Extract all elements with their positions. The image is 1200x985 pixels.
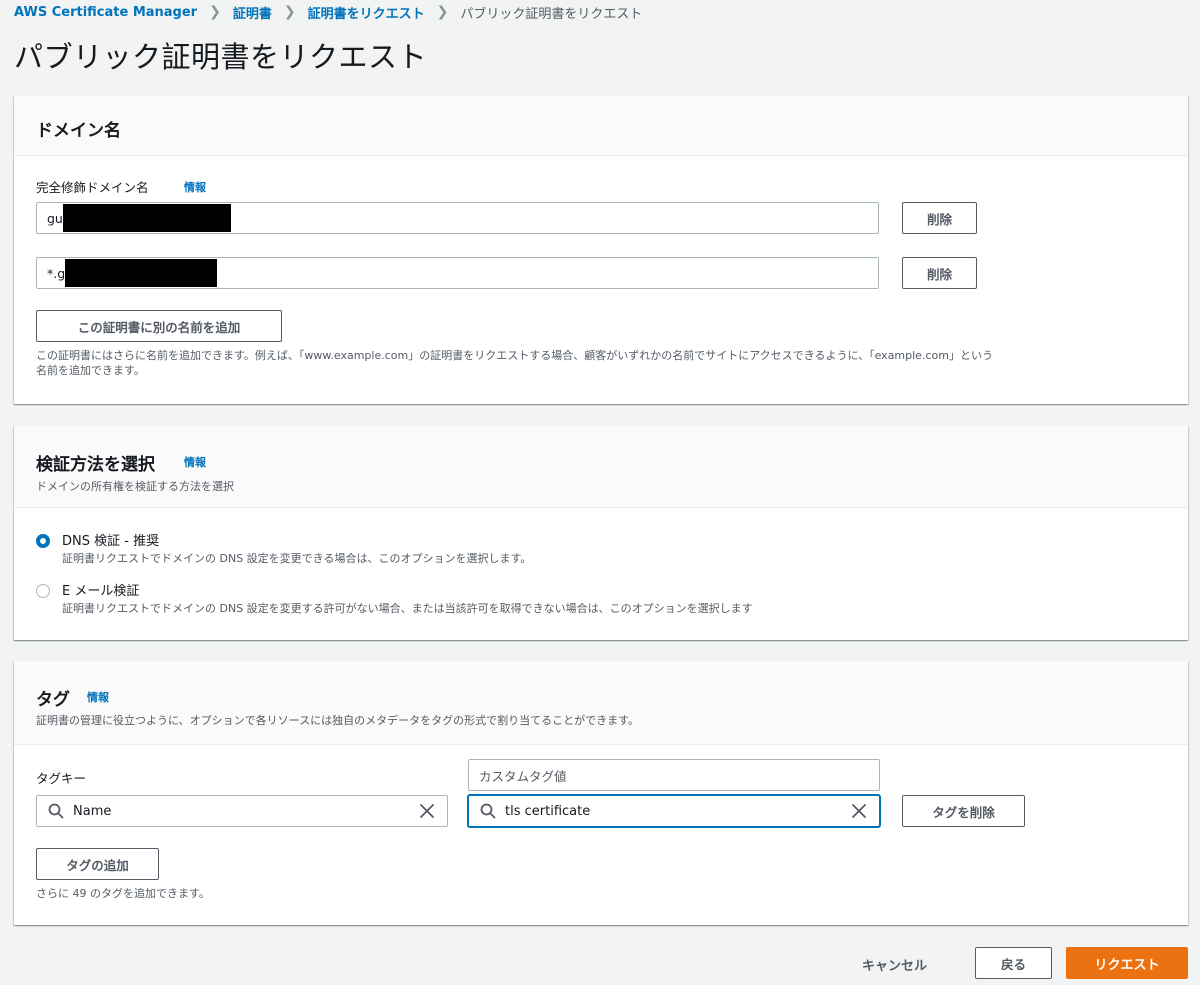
redaction-block <box>62 204 231 232</box>
chevron-right-icon: ❯ <box>436 4 449 20</box>
info-link[interactable]: 情報 <box>87 689 109 705</box>
domain-name-panel: ドメイン名 完全修飾ドメイン名 情報 gu 削除 *.g 削除 この証明書に別の… <box>14 96 1188 404</box>
page-title: パブリック証明書をリクエスト <box>14 40 428 74</box>
remove-domain-button[interactable]: 削除 <box>902 202 977 234</box>
chevron-right-icon: ❯ <box>283 4 296 20</box>
breadcrumb: AWS Certificate Manager ❯ 証明書 ❯ 証明書をリクエス… <box>14 2 642 22</box>
chevron-right-icon: ❯ <box>209 4 221 20</box>
dns-validation-description: 証明書リクエストでドメインの DNS 設定を変更できる場合は、このオプションを選… <box>62 552 532 565</box>
remove-domain-button[interactable]: 削除 <box>902 257 977 289</box>
panel-header: タグ 情報 証明書の管理に役立つように、オプションで各リソースには独自のメタデー… <box>14 661 1188 745</box>
search-icon <box>48 803 64 819</box>
panel-header: 検証方法を選択 情報 ドメインの所有権を検証する方法を選択 <box>14 426 1188 508</box>
add-name-hint: この証明書にはさらに名前を追加できます。例えば、「www.example.com… <box>36 348 1176 378</box>
breadcrumb-link-request[interactable]: 証明書をリクエスト <box>308 3 425 22</box>
validation-method-panel: 検証方法を選択 情報 ドメインの所有権を検証する方法を選択 DNS 検証 - 推… <box>14 426 1188 640</box>
panel-title: タグ <box>36 690 70 710</box>
email-validation-label[interactable]: E メール検証 <box>62 580 139 599</box>
remove-tag-button[interactable]: タグを削除 <box>902 795 1025 827</box>
breadcrumb-link-acm[interactable]: AWS Certificate Manager <box>14 5 197 20</box>
email-validation-description: 証明書リクエストでドメインの DNS 設定を変更する許可がない場合、または当該許… <box>62 602 753 615</box>
panel-description: ドメインの所有権を検証する方法を選択 <box>36 480 234 493</box>
tag-key-value: Name <box>73 803 112 819</box>
request-button[interactable]: リクエスト <box>1066 947 1188 979</box>
dns-validation-radio[interactable] <box>36 534 50 548</box>
email-validation-radio[interactable] <box>36 584 50 598</box>
breadcrumb-current: パブリック証明書をリクエスト <box>460 6 643 22</box>
tags-remaining-hint: さらに 49 のタグを追加できます。 <box>36 887 210 900</box>
domain-input-value: *.g <box>47 265 66 281</box>
tag-key-label: タグキー <box>36 771 87 786</box>
close-icon[interactable] <box>851 803 867 819</box>
tag-value-value: tls certificate <box>505 803 591 819</box>
info-link[interactable]: 情報 <box>184 179 206 195</box>
info-link[interactable]: 情報 <box>184 454 206 470</box>
close-icon[interactable] <box>419 803 435 819</box>
hint-line: この証明書にはさらに名前を追加できます。例えば、「www.example.com… <box>36 349 993 362</box>
breadcrumb-link-certificates[interactable]: 証明書 <box>233 3 272 22</box>
tag-key-input[interactable]: Name <box>36 795 448 827</box>
redaction-block <box>65 259 218 287</box>
hint-line: 名前を追加できます。 <box>36 364 145 377</box>
domain-input-value: gu <box>47 210 63 226</box>
dns-validation-label[interactable]: DNS 検証 - 推奨 <box>62 530 159 549</box>
search-icon <box>480 803 496 819</box>
add-tag-button[interactable]: タグの追加 <box>36 848 159 880</box>
panel-title: 検証方法を選択 <box>36 455 155 475</box>
panel-title: ドメイン名 <box>36 121 121 141</box>
domain-input-2[interactable]: *.g <box>36 257 879 289</box>
custom-tag-value-field[interactable]: カスタムタグ値 <box>468 759 880 791</box>
back-button[interactable]: 戻る <box>975 947 1052 979</box>
custom-tag-value-label: カスタムタグ値 <box>479 768 567 784</box>
add-another-name-button[interactable]: この証明書に別の名前を追加 <box>36 310 282 342</box>
cancel-button[interactable]: キャンセル <box>862 955 927 974</box>
panel-header: ドメイン名 <box>14 96 1188 156</box>
fqdn-label: 完全修飾ドメイン名 <box>36 180 149 195</box>
tags-panel: タグ 情報 証明書の管理に役立つように、オプションで各リソースには独自のメタデー… <box>14 661 1188 925</box>
tag-value-input[interactable]: tls certificate <box>468 795 880 827</box>
panel-description: 証明書の管理に役立つように、オプションで各リソースには独自のメタデータをタグの形… <box>36 714 640 727</box>
domain-input-1[interactable]: gu <box>36 202 879 234</box>
